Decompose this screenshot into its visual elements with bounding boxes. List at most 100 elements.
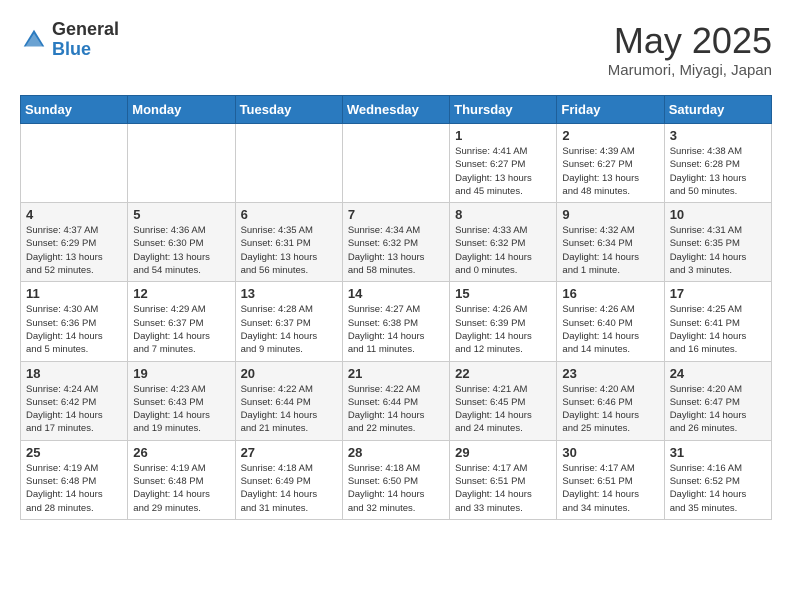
day-info: Sunrise: 4:34 AM Sunset: 6:32 PM Dayligh… <box>348 224 444 277</box>
day-number: 5 <box>133 207 229 222</box>
day-header-monday: Monday <box>128 96 235 124</box>
calendar-cell: 30 Sunrise: 4:17 AM Sunset: 6:51 PM Dayli… <box>557 440 664 519</box>
day-info: Sunrise: 4:27 AM Sunset: 6:38 PM Dayligh… <box>348 303 444 356</box>
calendar-cell <box>342 124 449 203</box>
day-number: 27 <box>241 445 337 460</box>
day-info: Sunrise: 4:23 AM Sunset: 6:43 PM Dayligh… <box>133 383 229 436</box>
day-number: 29 <box>455 445 551 460</box>
day-number: 13 <box>241 286 337 301</box>
day-info: Sunrise: 4:33 AM Sunset: 6:32 PM Dayligh… <box>455 224 551 277</box>
logo-general-text: General <box>52 20 119 40</box>
day-header-saturday: Saturday <box>664 96 771 124</box>
week-row-4: 18 Sunrise: 4:24 AM Sunset: 6:42 PM Dayli… <box>21 361 772 440</box>
calendar-table: SundayMondayTuesdayWednesdayThursdayFrid… <box>20 95 772 520</box>
day-info: Sunrise: 4:32 AM Sunset: 6:34 PM Dayligh… <box>562 224 658 277</box>
calendar-cell: 1 Sunrise: 4:41 AM Sunset: 6:27 PM Daylig… <box>450 124 557 203</box>
day-info: Sunrise: 4:17 AM Sunset: 6:51 PM Dayligh… <box>562 462 658 515</box>
calendar-cell: 4 Sunrise: 4:37 AM Sunset: 6:29 PM Daylig… <box>21 203 128 282</box>
day-number: 24 <box>670 366 766 381</box>
day-info: Sunrise: 4:30 AM Sunset: 6:36 PM Dayligh… <box>26 303 122 356</box>
day-info: Sunrise: 4:39 AM Sunset: 6:27 PM Dayligh… <box>562 145 658 198</box>
calendar-cell: 17 Sunrise: 4:25 AM Sunset: 6:41 PM Dayli… <box>664 282 771 361</box>
day-info: Sunrise: 4:26 AM Sunset: 6:40 PM Dayligh… <box>562 303 658 356</box>
calendar-cell: 25 Sunrise: 4:19 AM Sunset: 6:48 PM Dayli… <box>21 440 128 519</box>
logo-icon <box>20 26 48 54</box>
day-number: 1 <box>455 128 551 143</box>
day-number: 23 <box>562 366 658 381</box>
calendar-cell <box>21 124 128 203</box>
day-number: 10 <box>670 207 766 222</box>
calendar-cell: 16 Sunrise: 4:26 AM Sunset: 6:40 PM Dayli… <box>557 282 664 361</box>
calendar-cell <box>128 124 235 203</box>
calendar-cell: 2 Sunrise: 4:39 AM Sunset: 6:27 PM Daylig… <box>557 124 664 203</box>
day-header-wednesday: Wednesday <box>342 96 449 124</box>
title-block: May 2025 Marumori, Miyagi, Japan <box>608 20 772 79</box>
calendar-cell: 8 Sunrise: 4:33 AM Sunset: 6:32 PM Daylig… <box>450 203 557 282</box>
calendar-cell: 28Sunrise: 4:18 AM Sunset: 6:50 PM Dayli… <box>342 440 449 519</box>
calendar-cell: 27 Sunrise: 4:18 AM Sunset: 6:49 PM Dayli… <box>235 440 342 519</box>
day-info: Sunrise: 4:17 AM Sunset: 6:51 PM Dayligh… <box>455 462 551 515</box>
day-number: 19 <box>133 366 229 381</box>
day-number: 2 <box>562 128 658 143</box>
day-number: 17 <box>670 286 766 301</box>
calendar-cell: 22 Sunrise: 4:21 AM Sunset: 6:45 PM Dayli… <box>450 361 557 440</box>
day-info: Sunrise: 4:41 AM Sunset: 6:27 PM Dayligh… <box>455 145 551 198</box>
day-info: Sunrise: 4:28 AM Sunset: 6:37 PM Dayligh… <box>241 303 337 356</box>
day-number: 14 <box>348 286 444 301</box>
calendar-cell: 14 Sunrise: 4:27 AM Sunset: 6:38 PM Dayli… <box>342 282 449 361</box>
day-number: 31 <box>670 445 766 460</box>
logo: General Blue <box>20 20 119 60</box>
calendar-cell: 31 Sunrise: 4:16 AM Sunset: 6:52 PM Dayli… <box>664 440 771 519</box>
calendar-cell: 24Sunrise: 4:20 AM Sunset: 6:47 PM Dayli… <box>664 361 771 440</box>
day-info: Sunrise: 4:20 AM Sunset: 6:46 PM Dayligh… <box>562 383 658 436</box>
day-number: 30 <box>562 445 658 460</box>
day-header-sunday: Sunday <box>21 96 128 124</box>
day-number: 25 <box>26 445 122 460</box>
day-number: 6 <box>241 207 337 222</box>
day-number: 28 <box>348 445 444 460</box>
week-row-3: 11 Sunrise: 4:30 AM Sunset: 6:36 PM Dayli… <box>21 282 772 361</box>
day-info: Sunrise: 4:37 AM Sunset: 6:29 PM Dayligh… <box>26 224 122 277</box>
calendar-cell: 3 Sunrise: 4:38 AM Sunset: 6:28 PM Daylig… <box>664 124 771 203</box>
day-info: Sunrise: 4:26 AM Sunset: 6:39 PM Dayligh… <box>455 303 551 356</box>
day-number: 9 <box>562 207 658 222</box>
day-number: 15 <box>455 286 551 301</box>
calendar-cell: 13 Sunrise: 4:28 AM Sunset: 6:37 PM Dayli… <box>235 282 342 361</box>
day-info: Sunrise: 4:19 AM Sunset: 6:48 PM Dayligh… <box>26 462 122 515</box>
calendar-cell: 19 Sunrise: 4:23 AM Sunset: 6:43 PM Dayli… <box>128 361 235 440</box>
day-number: 22 <box>455 366 551 381</box>
calendar-cell: 9 Sunrise: 4:32 AM Sunset: 6:34 PM Daylig… <box>557 203 664 282</box>
day-info: Sunrise: 4:22 AM Sunset: 6:44 PM Dayligh… <box>241 383 337 436</box>
calendar-cell: 15 Sunrise: 4:26 AM Sunset: 6:39 PM Dayli… <box>450 282 557 361</box>
day-number: 16 <box>562 286 658 301</box>
day-number: 3 <box>670 128 766 143</box>
calendar-cell: 23 Sunrise: 4:20 AM Sunset: 6:46 PM Dayli… <box>557 361 664 440</box>
day-number: 11 <box>26 286 122 301</box>
location-text: Marumori, Miyagi, Japan <box>608 62 772 79</box>
calendar-cell: 7 Sunrise: 4:34 AM Sunset: 6:32 PM Daylig… <box>342 203 449 282</box>
calendar-cell: 11 Sunrise: 4:30 AM Sunset: 6:36 PM Dayli… <box>21 282 128 361</box>
day-number: 4 <box>26 207 122 222</box>
day-number: 20 <box>241 366 337 381</box>
month-title: May 2025 <box>608 20 772 62</box>
day-info: Sunrise: 4:21 AM Sunset: 6:45 PM Dayligh… <box>455 383 551 436</box>
day-info: Sunrise: 4:31 AM Sunset: 6:35 PM Dayligh… <box>670 224 766 277</box>
day-number: 18 <box>26 366 122 381</box>
day-number: 12 <box>133 286 229 301</box>
week-row-5: 25 Sunrise: 4:19 AM Sunset: 6:48 PM Dayli… <box>21 440 772 519</box>
day-info: Sunrise: 4:19 AM Sunset: 6:48 PM Dayligh… <box>133 462 229 515</box>
week-row-1: 1 Sunrise: 4:41 AM Sunset: 6:27 PM Daylig… <box>21 124 772 203</box>
logo-blue-text: Blue <box>52 40 119 60</box>
day-info: Sunrise: 4:18 AM Sunset: 6:49 PM Dayligh… <box>241 462 337 515</box>
day-info: Sunrise: 4:16 AM Sunset: 6:52 PM Dayligh… <box>670 462 766 515</box>
calendar-cell: 26Sunrise: 4:19 AM Sunset: 6:48 PM Dayli… <box>128 440 235 519</box>
day-number: 7 <box>348 207 444 222</box>
day-info: Sunrise: 4:24 AM Sunset: 6:42 PM Dayligh… <box>26 383 122 436</box>
page-header: General Blue May 2025 Marumori, Miyagi, … <box>20 20 772 79</box>
calendar-cell: 6 Sunrise: 4:35 AM Sunset: 6:31 PM Daylig… <box>235 203 342 282</box>
day-header-tuesday: Tuesday <box>235 96 342 124</box>
day-info: Sunrise: 4:38 AM Sunset: 6:28 PM Dayligh… <box>670 145 766 198</box>
day-info: Sunrise: 4:25 AM Sunset: 6:41 PM Dayligh… <box>670 303 766 356</box>
day-info: Sunrise: 4:35 AM Sunset: 6:31 PM Dayligh… <box>241 224 337 277</box>
day-number: 8 <box>455 207 551 222</box>
